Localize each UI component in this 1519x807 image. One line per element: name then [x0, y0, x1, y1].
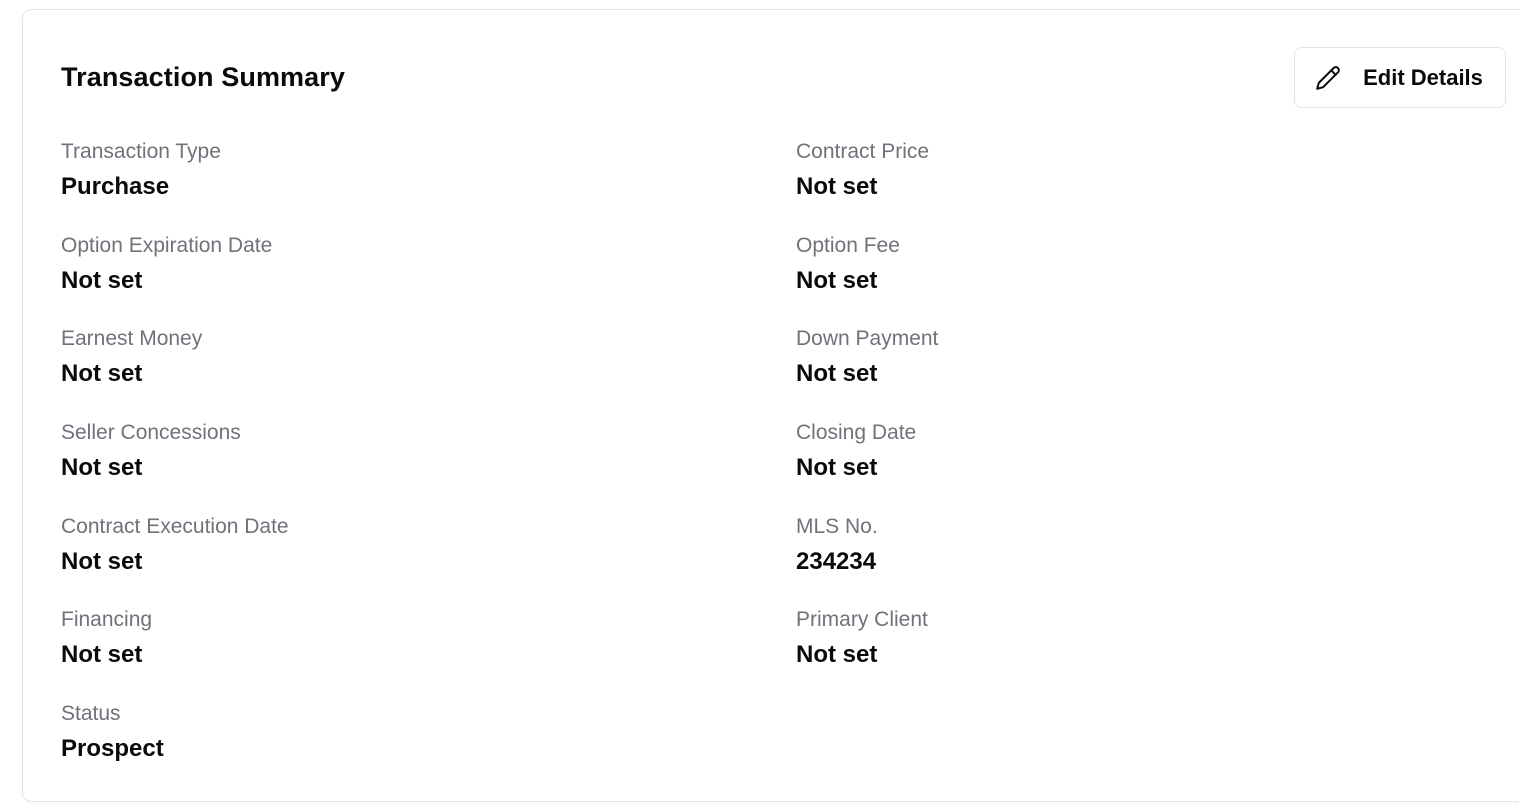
field-label: Status — [61, 702, 121, 725]
field-value: Not set — [796, 173, 878, 200]
edit-details-label: Edit Details — [1363, 64, 1483, 90]
field-financing: Financing Not set — [61, 607, 701, 670]
field-value: 234234 — [796, 548, 877, 575]
field-label: Primary Client — [796, 608, 928, 631]
field-closing-date: Closing Date Not set — [796, 420, 1436, 483]
field-label: Contract Price — [796, 140, 930, 163]
field-label: Option Fee — [796, 234, 900, 257]
field-value: Not set — [61, 641, 143, 668]
field-label: Earnest Money — [61, 327, 203, 350]
card-title: Transaction Summary — [61, 62, 346, 92]
field-label: MLS No. — [796, 515, 878, 538]
field-value: Not set — [796, 267, 878, 294]
field-value: Purchase — [61, 173, 170, 200]
field-contract-execution-date: Contract Execution Date Not set — [61, 514, 701, 577]
transaction-summary-card: Transaction Summary Edit Details Transac… — [22, 9, 1519, 802]
field-label: Option Expiration Date — [61, 234, 273, 257]
field-value: Not set — [796, 360, 878, 387]
field-seller-concessions: Seller Concessions Not set — [61, 420, 701, 483]
field-option-expiration-date: Option Expiration Date Not set — [61, 233, 701, 296]
field-value: Not set — [796, 454, 878, 481]
field-value: Not set — [796, 641, 878, 668]
field-down-payment: Down Payment Not set — [796, 326, 1436, 389]
field-label: Contract Execution Date — [61, 515, 289, 538]
field-value: Not set — [61, 454, 143, 481]
field-transaction-type: Transaction Type Purchase — [61, 139, 701, 202]
field-value: Not set — [61, 548, 143, 575]
field-primary-client: Primary Client Not set — [796, 607, 1436, 670]
field-earnest-money: Earnest Money Not set — [61, 326, 701, 389]
field-value: Not set — [61, 360, 143, 387]
field-label: Down Payment — [796, 327, 939, 350]
edit-details-button[interactable]: Edit Details — [1294, 47, 1506, 108]
field-status: Status Prospect — [61, 701, 701, 764]
field-mls-no: MLS No. 234234 — [796, 514, 1436, 577]
field-contract-price: Contract Price Not set — [796, 139, 1436, 202]
field-label: Closing Date — [796, 421, 917, 444]
field-value: Prospect — [61, 735, 164, 762]
field-value: Not set — [61, 267, 143, 294]
pencil-icon — [1315, 65, 1341, 91]
field-label: Transaction Type — [61, 140, 221, 163]
field-option-fee: Option Fee Not set — [796, 233, 1436, 296]
field-label: Seller Concessions — [61, 421, 241, 444]
field-label: Financing — [61, 608, 153, 631]
